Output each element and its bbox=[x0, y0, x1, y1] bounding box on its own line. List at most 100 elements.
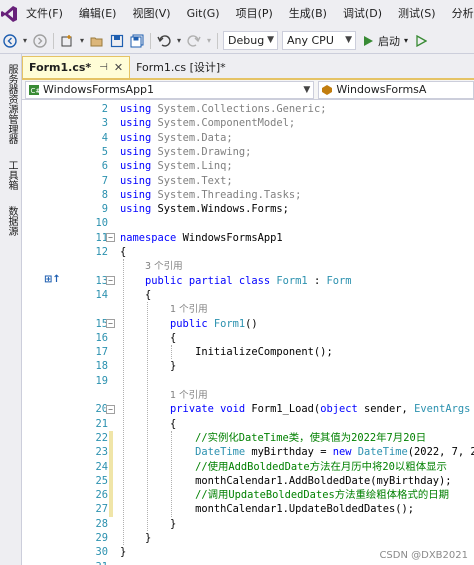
menu-item[interactable]: 分析(N) bbox=[444, 0, 474, 28]
collapse-region-icon[interactable]: − bbox=[106, 276, 115, 286]
code-editor[interactable]: 2 using System.Collections.Generic; 3 using… bbox=[22, 100, 474, 565]
forward-icon[interactable] bbox=[31, 31, 49, 51]
type-dropdown[interactable]: WindowsFormsA bbox=[318, 80, 474, 99]
visual-studio-logo-icon[interactable] bbox=[0, 0, 18, 28]
structure-guide bbox=[171, 345, 172, 360]
line-number: 24 bbox=[95, 460, 108, 473]
codelens-reference: 1 个引用 bbox=[22, 302, 474, 316]
code-token: object bbox=[320, 403, 358, 416]
code-line: 19 bbox=[22, 374, 474, 388]
open-folder-icon[interactable] bbox=[88, 31, 106, 51]
back-icon[interactable] bbox=[1, 31, 19, 51]
menu-bar: 文件(F) 编辑(E) 视图(V) Git(G) 项目(P) 生成(B) 调试(D) 测试(S… bbox=[0, 0, 474, 28]
code-token: //实例化DateTime类，使其值为2022年7月20日 bbox=[120, 431, 427, 444]
start-without-debugging-icon[interactable] bbox=[412, 31, 430, 51]
code-text: namespace WindowsFormsApp1 bbox=[120, 231, 283, 245]
line-number: 13 bbox=[95, 274, 108, 287]
tab-form1-cs[interactable]: Form1.cs* ⊣ ✕ bbox=[22, 56, 131, 78]
code-text: using System.Drawing; bbox=[120, 145, 251, 159]
data-sources-tab[interactable]: 数据源 bbox=[0, 200, 22, 242]
undo-dropdown-icon[interactable]: ▾ bbox=[175, 31, 183, 51]
menu-item[interactable]: Git(G) bbox=[179, 0, 228, 28]
code-line: 16 { bbox=[22, 331, 474, 345]
save-icon[interactable] bbox=[108, 31, 126, 51]
left-tool-strip: 服务器资源管理器 工具箱 数据源 bbox=[0, 54, 22, 565]
watermark: CSDN @DXB2021 bbox=[379, 550, 468, 561]
code-token: { bbox=[120, 288, 152, 301]
code-token: WindowsFormsApp1 bbox=[182, 231, 283, 244]
code-text: using System.Collections.Generic; bbox=[120, 102, 326, 116]
codelens-indent: 1 个引用 bbox=[120, 302, 208, 317]
code-token: sender, bbox=[357, 403, 415, 416]
undo-icon[interactable] bbox=[155, 31, 173, 51]
line-number: 7 bbox=[101, 174, 108, 187]
code-line: 2 using System.Collections.Generic; bbox=[22, 102, 474, 116]
line-number: 31 bbox=[70, 560, 108, 565]
code-line: 23 DateTime myBirthday = new DateTime(20… bbox=[22, 445, 474, 459]
menu-item[interactable]: 视图(V) bbox=[124, 0, 178, 28]
new-project-icon[interactable] bbox=[58, 31, 76, 51]
back-dropdown-icon[interactable]: ▾ bbox=[21, 31, 29, 51]
tab-form1-design[interactable]: Form1.cs [设计]* bbox=[130, 56, 232, 78]
code-text: monthCalendar1.UpdateBoldedDates(); bbox=[120, 502, 414, 516]
code-text: using System.Linq; bbox=[120, 159, 233, 173]
start-label: 启动 bbox=[378, 34, 400, 48]
codelens-indent: 1 个引用 bbox=[120, 388, 208, 403]
code-line: 22 //实例化DateTime类，使其值为2022年7月20日 bbox=[22, 431, 474, 445]
save-all-icon[interactable] bbox=[128, 31, 146, 51]
code-text: { bbox=[120, 245, 126, 259]
start-dropdown-icon[interactable]: ▾ bbox=[404, 36, 408, 45]
code-token: e) bbox=[470, 403, 474, 415]
collapse-region-icon[interactable]: − bbox=[106, 404, 115, 414]
server-explorer-tab[interactable]: 服务器资源管理器 bbox=[0, 58, 22, 150]
menu-item[interactable]: 项目(P) bbox=[228, 0, 281, 28]
menu-item[interactable]: 编辑(E) bbox=[71, 0, 125, 28]
code-token: () bbox=[245, 317, 258, 330]
line-number: 14 bbox=[95, 288, 108, 301]
close-icon[interactable]: ✕ bbox=[114, 61, 123, 74]
toolbar-separator bbox=[53, 32, 54, 49]
csharp-project-icon: C# bbox=[29, 84, 40, 95]
code-text: { bbox=[120, 331, 176, 345]
reference-count-link[interactable]: 1 个引用 bbox=[170, 390, 208, 401]
redo-icon[interactable] bbox=[185, 31, 203, 51]
code-token: { bbox=[120, 417, 177, 430]
line-number: 10 bbox=[95, 217, 108, 230]
configuration-select[interactable]: Debug ▼ bbox=[223, 31, 278, 50]
code-token: using bbox=[120, 145, 158, 158]
menu-item[interactable]: 调试(D) bbox=[335, 0, 390, 28]
code-token: myBirthday = bbox=[245, 446, 333, 459]
code-line: 21 { bbox=[22, 417, 474, 431]
reference-count-link[interactable]: 1 个引用 bbox=[170, 304, 208, 315]
code-token: } bbox=[120, 546, 127, 559]
inheritance-margin-icon[interactable]: ⊞↑ bbox=[44, 274, 61, 285]
start-debugging-button[interactable]: 启动 ▾ bbox=[362, 33, 408, 49]
line-number: 20 bbox=[95, 403, 108, 416]
pin-icon[interactable]: ⊣ bbox=[99, 62, 108, 73]
code-line: 24 //使用AddBoldedDate方法在月历中将20以粗体显示 bbox=[22, 460, 474, 474]
code-token: DateTime bbox=[195, 446, 246, 459]
line-number: 2 bbox=[101, 103, 108, 115]
code-text: } bbox=[120, 531, 151, 545]
project-dropdown[interactable]: C# WindowsFormsApp1 ▼ bbox=[25, 80, 315, 99]
code-text: using System.Threading.Tasks; bbox=[120, 188, 301, 202]
code-line: 25 monthCalendar1.AddBoldedDate(myBirthd… bbox=[22, 474, 474, 488]
code-token: //调用UpdateBoldedDates方法重绘粗体格式的日期 bbox=[120, 489, 450, 502]
line-number: 12 bbox=[95, 246, 108, 258]
code-text: using System.Data; bbox=[120, 131, 233, 145]
menu-item[interactable]: 测试(S) bbox=[390, 0, 444, 28]
redo-dropdown-icon[interactable]: ▾ bbox=[205, 31, 213, 51]
standard-toolbar: ▾ ▾ ▾ ▾ Debug ▼ Any CPU ▼ 启动 ▾ bbox=[0, 28, 474, 54]
menu-items: 文件(F) 编辑(E) 视图(V) Git(G) 项目(P) 生成(B) 调试(D) 测试(S… bbox=[18, 0, 474, 28]
new-dropdown-icon[interactable]: ▾ bbox=[78, 31, 86, 51]
reference-count-link[interactable]: 3 个引用 bbox=[145, 261, 183, 272]
code-token: monthCalendar1.AddBoldedDate(myBirthday)… bbox=[120, 474, 452, 487]
collapse-region-icon[interactable]: − bbox=[106, 233, 115, 243]
platform-select[interactable]: Any CPU ▼ bbox=[282, 31, 356, 50]
menu-item[interactable]: 文件(F) bbox=[18, 0, 71, 28]
toolbox-tab[interactable]: 工具箱 bbox=[0, 154, 22, 196]
menu-item[interactable]: 生成(B) bbox=[281, 0, 335, 28]
structure-guide bbox=[147, 302, 148, 531]
collapse-region-icon[interactable]: − bbox=[106, 319, 115, 328]
